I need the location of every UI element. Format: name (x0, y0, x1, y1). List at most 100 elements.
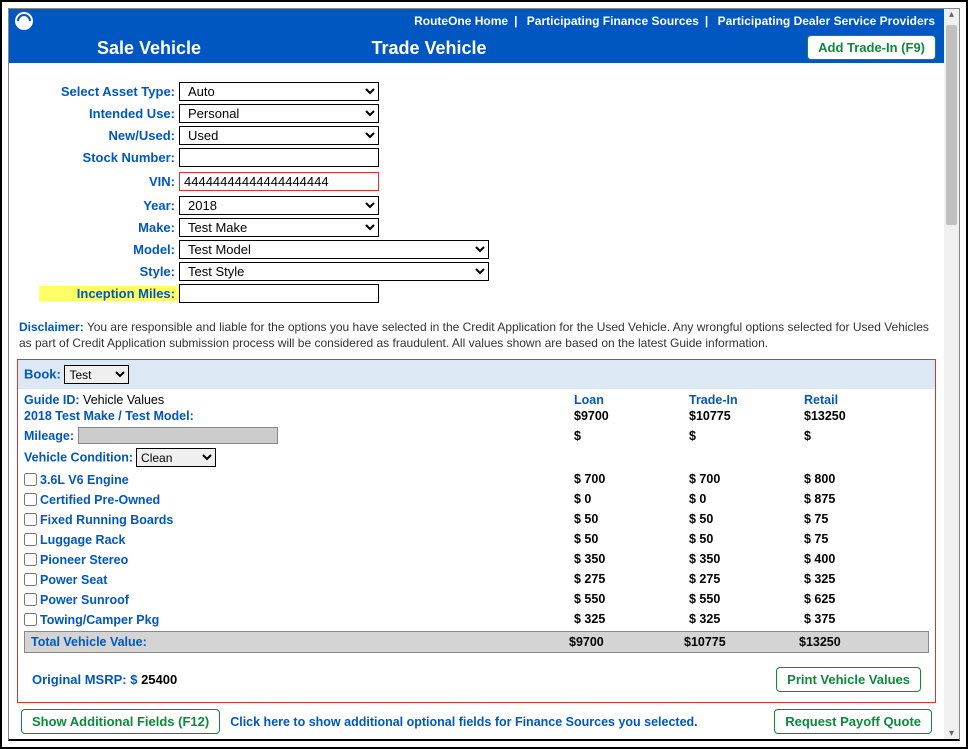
option-tradein: $ 700 (689, 472, 804, 486)
col-tradein-header: Trade-In (689, 393, 804, 407)
option-tradein: $ 275 (689, 572, 804, 586)
option-retail: $ 625 (804, 592, 919, 606)
new-used-label: New/Used: (39, 128, 179, 143)
style-select[interactable]: Test Style (179, 262, 489, 281)
intended-use-select[interactable]: Personal (179, 104, 379, 123)
option-name: Certified Pre-Owned (40, 493, 160, 507)
new-used-select[interactable]: Used (179, 126, 379, 145)
nav-home-link[interactable]: RouteOne Home (411, 14, 511, 28)
option-checkbox[interactable] (24, 553, 37, 566)
option-retail: $ 875 (804, 492, 919, 506)
condition-label: Vehicle Condition: (24, 451, 133, 465)
nav-pdsp-link[interactable]: Participating Dealer Service Providers (715, 14, 938, 28)
scroll-thumb[interactable] (946, 25, 957, 225)
option-checkbox[interactable] (24, 613, 37, 626)
asset-type-label: Select Asset Type: (39, 84, 179, 99)
make-select[interactable]: Test Make (179, 218, 379, 237)
tab-trade-vehicle[interactable]: Trade Vehicle (289, 38, 569, 59)
vin-label: VIN: (39, 174, 179, 189)
asset-type-select[interactable]: Auto (179, 82, 379, 101)
guide-id-label: Guide ID: (24, 393, 80, 407)
total-retail: $13250 (799, 635, 914, 649)
book-select[interactable]: Test (64, 365, 129, 384)
msrp-label: Original MSRP: $ (32, 672, 137, 687)
option-loan: $ 50 (574, 512, 689, 526)
mileage-tradein: $ (689, 429, 804, 443)
stock-number-label: Stock Number: (39, 150, 179, 165)
disclaimer-text: Disclaimer: You are responsible and liab… (9, 315, 944, 359)
book-label: Book: (24, 367, 61, 382)
option-tradein: $ 350 (689, 552, 804, 566)
make-label: Make: (39, 220, 179, 235)
option-name: Fixed Running Boards (40, 513, 173, 527)
option-checkbox[interactable] (24, 493, 37, 506)
option-name: Power Seat (40, 573, 107, 587)
option-retail: $ 375 (804, 612, 919, 626)
option-name: 3.6L V6 Engine (40, 473, 129, 487)
mileage-label: Mileage: (24, 429, 74, 443)
option-tradein: $ 0 (689, 492, 804, 506)
option-retail: $ 325 (804, 572, 919, 586)
vin-input[interactable] (179, 172, 379, 191)
condition-select[interactable]: Clean (136, 448, 216, 467)
vehicle-form: Select Asset Type:Auto Intended Use:Pers… (9, 63, 944, 315)
model-label: Model: (39, 242, 179, 257)
mileage-loan: $ (574, 429, 689, 443)
show-additional-fields-button[interactable]: Show Additional Fields (F12) (21, 709, 220, 734)
option-loan: $ 700 (574, 472, 689, 486)
option-retail: $ 75 (804, 512, 919, 526)
col-loan-header: Loan (574, 393, 689, 407)
year-label: Year: (39, 198, 179, 213)
vertical-scrollbar[interactable] (944, 9, 959, 739)
option-loan: $ 350 (574, 552, 689, 566)
model-select[interactable]: Test Model (179, 240, 489, 259)
total-label: Total Vehicle Value: (25, 635, 569, 649)
option-name: Luggage Rack (40, 533, 125, 547)
vehicle-values-section: Book: Test Guide ID: Vehicle Values Loan… (17, 359, 936, 703)
additional-fields-hint-link[interactable]: Click here to show additional optional f… (230, 715, 697, 729)
option-checkbox[interactable] (24, 573, 37, 586)
option-checkbox[interactable] (24, 513, 37, 526)
add-tradein-button[interactable]: Add Trade-In (F9) (807, 35, 936, 60)
request-payoff-quote-button[interactable]: Request Payoff Quote (774, 709, 932, 734)
tab-sale-vehicle[interactable]: Sale Vehicle (9, 38, 289, 59)
msrp-value: 25400 (137, 672, 177, 687)
total-loan: $9700 (569, 635, 684, 649)
year-select[interactable]: 2018 (179, 196, 379, 215)
guide-id-value: Vehicle Values (83, 393, 164, 407)
vehicle-tabs: Sale Vehicle Trade Vehicle Add Trade-In … (9, 33, 944, 63)
option-name: Power Sunroof (40, 593, 129, 607)
mileage-input[interactable] (78, 427, 278, 444)
base-tradein: $10775 (689, 409, 804, 423)
base-loan: $9700 (574, 409, 689, 423)
option-name: Pioneer Stereo (40, 553, 128, 567)
base-retail: $13250 (804, 409, 919, 423)
option-loan: $ 275 (574, 572, 689, 586)
stock-number-input[interactable] (179, 148, 379, 167)
mileage-retail: $ (804, 429, 919, 443)
option-loan: $ 325 (574, 612, 689, 626)
option-name: Towing/Camper Pkg (40, 613, 159, 627)
col-retail-header: Retail (804, 393, 919, 407)
option-loan: $ 550 (574, 592, 689, 606)
option-tradein: $ 550 (689, 592, 804, 606)
intended-use-label: Intended Use: (39, 106, 179, 121)
option-checkbox[interactable] (24, 593, 37, 606)
style-label: Style: (39, 264, 179, 279)
option-tradein: $ 50 (689, 532, 804, 546)
option-tradein: $ 325 (689, 612, 804, 626)
option-loan: $ 0 (574, 492, 689, 506)
top-nav-bar: RouteOne Home| Participating Finance Sou… (9, 9, 944, 33)
print-vehicle-values-button[interactable]: Print Vehicle Values (776, 667, 921, 692)
inception-miles-input[interactable] (179, 284, 379, 303)
vehicle-line-label: 2018 Test Make / Test Model: (24, 409, 574, 423)
routeone-logo-icon (15, 12, 33, 30)
option-retail: $ 400 (804, 552, 919, 566)
option-checkbox[interactable] (24, 533, 37, 546)
option-checkbox[interactable] (24, 473, 37, 486)
total-tradein: $10775 (684, 635, 799, 649)
option-retail: $ 75 (804, 532, 919, 546)
option-tradein: $ 50 (689, 512, 804, 526)
inception-miles-label: Inception Miles: (39, 286, 179, 301)
nav-pfs-link[interactable]: Participating Finance Sources (524, 14, 702, 28)
